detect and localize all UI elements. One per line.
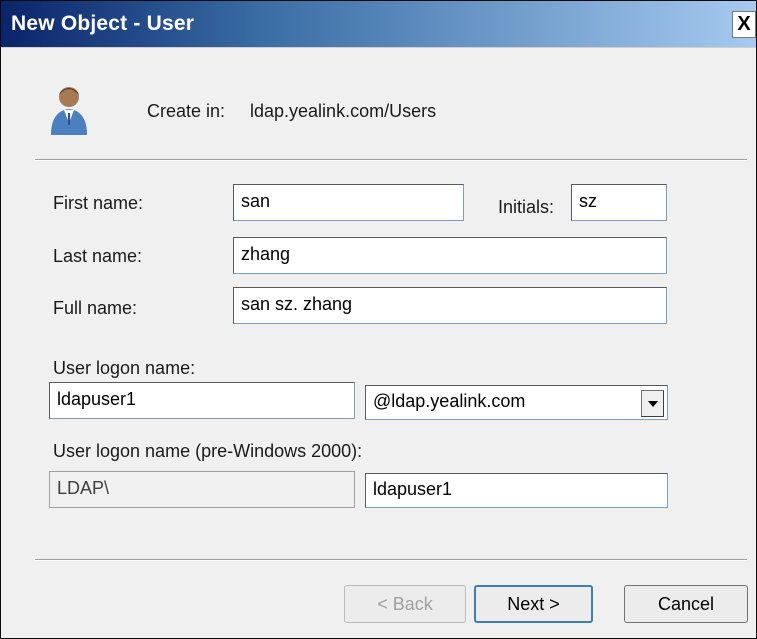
create-in-label: Create in: — [147, 101, 226, 121]
pre2000-name-field[interactable]: ldapuser1 — [365, 473, 668, 508]
user-icon — [51, 87, 87, 135]
cancel-button[interactable]: Cancel — [624, 585, 748, 623]
full-name-field[interactable]: san sz. zhang — [233, 287, 667, 324]
last-name-label: Last name: — [53, 246, 143, 266]
pre2000-domain-field: LDAP\ — [49, 471, 355, 508]
last-name-field[interactable]: zhang — [233, 237, 667, 274]
back-button[interactable]: < Back — [344, 585, 466, 623]
bottom-separator — [35, 559, 747, 561]
logon-name-label: User logon name: — [53, 358, 196, 378]
chevron-down-icon[interactable] — [641, 390, 664, 417]
top-separator — [35, 159, 747, 161]
first-name-field[interactable]: san — [233, 184, 464, 221]
pre2000-label: User logon name (pre-Windows 2000): — [53, 441, 363, 461]
close-button[interactable]: X — [732, 11, 756, 38]
title-bar[interactable]: New Object - User X — [1, 1, 756, 48]
full-name-label: Full name: — [53, 298, 138, 318]
initials-label: Initials: — [498, 197, 555, 217]
new-user-dialog: New Object - User X Create in: ldap.yeal… — [0, 0, 757, 639]
initials-field[interactable]: sz — [571, 184, 667, 221]
next-button[interactable]: Next > — [474, 585, 593, 623]
domain-value: @ldap.yealink.com — [373, 391, 526, 411]
domain-select[interactable]: @ldap.yealink.com — [365, 385, 668, 420]
first-name-label: First name: — [53, 193, 144, 213]
logon-name-field[interactable]: ldapuser1 — [49, 382, 355, 419]
create-in-path: ldap.yealink.com/Users — [250, 101, 437, 121]
window-title: New Object - User — [11, 12, 195, 35]
